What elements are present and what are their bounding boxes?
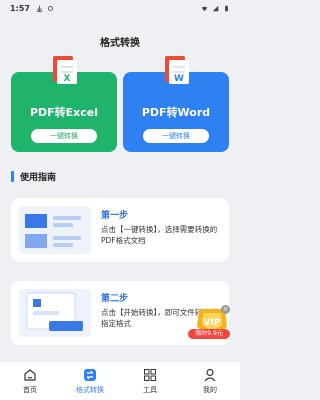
step-1-desc: 点击【一键转换】，选择需要转换的PDF格式文档 [101, 225, 218, 245]
word-icon-letter: W [174, 74, 184, 84]
guide-header: 使用指南 [11, 170, 56, 183]
status-time: 1:57 [10, 3, 30, 13]
wifi-icon [201, 6, 208, 11]
tab-convert-label: 格式转换 [76, 385, 104, 394]
step-2-title: 第二步 [101, 294, 129, 304]
word-convert-button[interactable]: 一键转换 [143, 129, 209, 143]
excel-icon-letter: X [64, 74, 71, 84]
user-icon [204, 368, 216, 381]
page-title: 格式转换 [100, 38, 140, 49]
battery-icon [225, 5, 228, 11]
pdf-to-excel-title: PDF转Excel [29, 106, 99, 119]
tab-home-label: 首页 [23, 385, 37, 394]
vip-price-tag[interactable]: 限时9.9元 [188, 329, 230, 339]
section-accent-bar [11, 171, 14, 182]
convert-icon [84, 368, 96, 381]
home-icon [24, 368, 36, 381]
word-file-icon: W [165, 56, 189, 84]
excel-convert-button[interactable]: 一键转换 [31, 129, 97, 143]
guide-step-1: 第一步 点击【一键转换】，选择需要转换的PDF格式文档 [11, 198, 229, 262]
pdf-to-excel-card[interactable]: X PDF转Excel 一键转换 [11, 56, 117, 152]
tab-mine[interactable]: 我的 [180, 362, 240, 400]
pdf-to-word-card[interactable]: W PDF转Word 一键转换 [123, 56, 229, 152]
step-1-title: 第一步 [101, 211, 129, 221]
tab-tools-label: 工具 [143, 385, 157, 394]
tab-mine-label: 我的 [203, 385, 217, 394]
bottom-tab-bar: 首页 格式转换 工具 我的 [0, 362, 240, 400]
sync-icon [47, 5, 53, 11]
pdf-to-word-title: PDF转Word [141, 106, 211, 119]
step-1-illustration [19, 206, 91, 254]
tab-convert[interactable]: 格式转换 [60, 362, 120, 400]
grid-icon [144, 368, 156, 381]
vip-badge-label: VIP [204, 318, 221, 328]
step-2-illustration [19, 289, 91, 337]
vip-close-button[interactable]: × [221, 305, 230, 314]
download-icon [36, 5, 43, 12]
status-bar: 1:57 [0, 0, 240, 16]
tab-tools[interactable]: 工具 [120, 362, 180, 400]
tab-home[interactable]: 首页 [0, 362, 60, 400]
guide-title: 使用指南 [20, 173, 57, 183]
signal-icon [212, 5, 219, 11]
excel-file-icon: X [53, 56, 77, 84]
